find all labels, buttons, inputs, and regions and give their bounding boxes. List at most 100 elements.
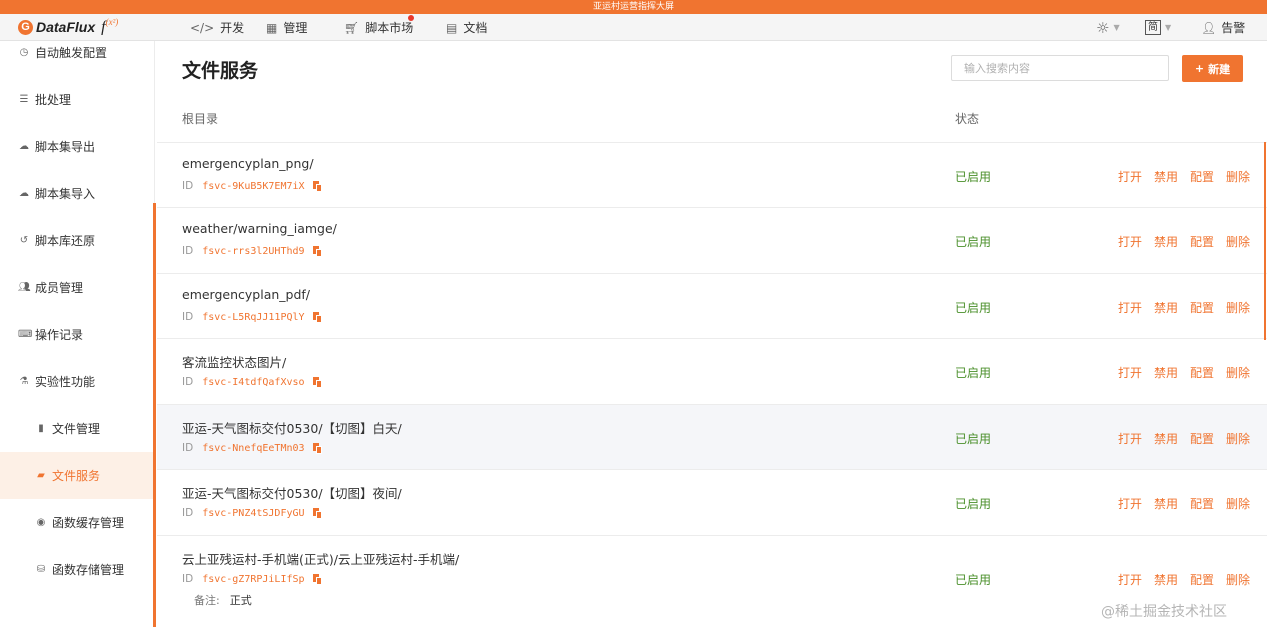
- table-row: emergencyplan_pdf/ ID fsvc-L5RqJJ11PQlY …: [157, 273, 1267, 338]
- disable-button[interactable]: 禁用: [1154, 430, 1178, 447]
- sidebar-item-label: 操作记录: [35, 328, 84, 342]
- new-button[interactable]: + 新建: [1182, 55, 1243, 82]
- disable-button[interactable]: 禁用: [1154, 168, 1178, 185]
- disable-button[interactable]: 禁用: [1154, 364, 1178, 381]
- sidebar-item-label: 函数缓存管理: [52, 516, 125, 530]
- search-input[interactable]: [951, 55, 1169, 81]
- copy-icon[interactable]: [312, 573, 322, 585]
- open-button[interactable]: 打开: [1118, 364, 1142, 381]
- history-icon: ↺: [19, 235, 29, 246]
- cloud-download-icon: ☁: [19, 141, 29, 152]
- config-button[interactable]: 配置: [1190, 571, 1214, 588]
- table-row: weather/warning_iamge/ ID fsvc-rrs3l2UHT…: [157, 207, 1267, 272]
- theme-toggle[interactable]: ☼ ▼: [1096, 14, 1120, 41]
- status-badge: 已启用: [955, 497, 992, 511]
- sidebar-item-restore[interactable]: ↺ 脚本库还原: [0, 217, 155, 264]
- row-path: 亚运-天气图标交付0530/【切图】夜间/: [182, 486, 402, 501]
- row-id-line: ID fsvc-rrs3l2UHThd9: [182, 245, 322, 257]
- config-button[interactable]: 配置: [1190, 430, 1214, 447]
- config-button[interactable]: 配置: [1190, 364, 1214, 381]
- delete-button[interactable]: 删除: [1226, 495, 1250, 512]
- copy-icon[interactable]: [312, 245, 322, 257]
- id-label: ID: [182, 376, 194, 388]
- sidebar-item-members[interactable]: 👥︎ 成员管理: [0, 264, 155, 311]
- note-value: 正式: [229, 594, 252, 607]
- users-icon: 👥︎: [18, 282, 31, 293]
- disable-button[interactable]: 禁用: [1154, 495, 1178, 512]
- row-id: fsvc-gZ7RPJiLIfSp: [202, 573, 305, 585]
- sidebar-item-logs[interactable]: ⌨ 操作记录: [0, 311, 155, 358]
- config-button[interactable]: 配置: [1190, 495, 1214, 512]
- table-row: emergencyplan_png/ ID fsvc-9KuB5K7EM7iX …: [157, 142, 1267, 207]
- delete-button[interactable]: 删除: [1226, 233, 1250, 250]
- column-header-root: 根目录: [182, 112, 219, 126]
- nav-docs[interactable]: ▤ 文档: [446, 14, 487, 41]
- status-badge: 已启用: [955, 170, 992, 184]
- sidebar-item-label: 文件服务: [52, 469, 101, 483]
- copy-icon[interactable]: [312, 376, 322, 388]
- status-badge: 已启用: [955, 366, 992, 380]
- row-note: 备注: 正式: [194, 592, 252, 608]
- user-menu[interactable]: 👤︎ 告警: [1201, 14, 1245, 41]
- sidebar-item-import[interactable]: ☁ 脚本集导入: [0, 170, 155, 217]
- delete-button[interactable]: 删除: [1226, 168, 1250, 185]
- copy-icon[interactable]: [312, 180, 322, 192]
- nav-dev[interactable]: </> 开发: [190, 14, 244, 41]
- copy-icon[interactable]: [312, 442, 322, 454]
- code-icon: </>: [190, 20, 215, 35]
- status-badge: 已启用: [955, 301, 992, 315]
- disable-button[interactable]: 禁用: [1154, 571, 1178, 588]
- open-button[interactable]: 打开: [1118, 495, 1142, 512]
- table-row: 亚运-天气图标交付0530/【切图】白天/ ID fsvc-NnefqEeTMn…: [157, 404, 1267, 469]
- row-path: 云上亚残运村-手机端(正式)/云上亚残运村-手机端/: [182, 552, 460, 567]
- open-button[interactable]: 打开: [1118, 168, 1142, 185]
- language-select[interactable]: 简 ▼: [1145, 14, 1171, 41]
- row-path: emergencyplan_pdf/: [182, 287, 311, 302]
- sidebar-item-file-manage[interactable]: ▮ 文件管理: [0, 405, 155, 452]
- status-badge: 已启用: [955, 573, 992, 587]
- sidebar-item-export[interactable]: ☁ 脚本集导出: [0, 123, 155, 170]
- sidebar-item-auto-trigger[interactable]: ◷ 自动触发配置: [0, 29, 155, 76]
- nav-manage[interactable]: ▦ 管理: [266, 14, 307, 41]
- row-id: fsvc-9KuB5K7EM7iX: [202, 180, 305, 192]
- user-name: 告警: [1221, 21, 1246, 35]
- sidebar-item-experimental[interactable]: ⚗ 实验性功能: [0, 358, 155, 405]
- open-button[interactable]: 打开: [1118, 299, 1142, 316]
- open-button[interactable]: 打开: [1118, 571, 1142, 588]
- scrollbar-thumb[interactable]: [1264, 142, 1266, 340]
- disable-button[interactable]: 禁用: [1154, 299, 1178, 316]
- row-path: emergencyplan_png/: [182, 156, 314, 171]
- disable-button[interactable]: 禁用: [1154, 233, 1178, 250]
- id-label: ID: [182, 245, 194, 257]
- nav-market[interactable]: 🛒︎ 脚本市场: [344, 14, 413, 41]
- delete-button[interactable]: 删除: [1226, 571, 1250, 588]
- sidebar-item-file-service[interactable]: ▰ 文件服务: [0, 452, 155, 499]
- config-button[interactable]: 配置: [1190, 233, 1214, 250]
- config-button[interactable]: 配置: [1190, 168, 1214, 185]
- sidebar-item-func-storage[interactable]: ⛁ 函数存储管理: [0, 546, 155, 593]
- new-button-label: 新建: [1208, 62, 1231, 76]
- clock-icon: ◷: [19, 47, 29, 58]
- nav-dev-label: 开发: [220, 21, 245, 35]
- id-label: ID: [182, 180, 194, 192]
- delete-button[interactable]: 删除: [1226, 430, 1250, 447]
- top-banner: 亚运村运营指挥大屏: [0, 0, 1267, 14]
- sidebar-item-batch[interactable]: ☰ 批处理: [0, 76, 155, 123]
- copy-icon[interactable]: [312, 507, 322, 519]
- config-button[interactable]: 配置: [1190, 299, 1214, 316]
- open-button[interactable]: 打开: [1118, 233, 1142, 250]
- row-path: 亚运-天气图标交付0530/【切图】白天/: [182, 421, 402, 436]
- note-label: 备注:: [194, 594, 220, 607]
- top-navbar: G DataFlux f(x²) </> 开发 ▦ 管理 🛒︎ 脚本市场 ▤ 文…: [0, 14, 1267, 41]
- row-path: 客流监控状态图片/: [182, 355, 287, 370]
- delete-button[interactable]: 删除: [1226, 299, 1250, 316]
- delete-button[interactable]: 删除: [1226, 364, 1250, 381]
- user-icon: 👤︎: [1201, 20, 1217, 35]
- sidebar-item-func-cache[interactable]: ◉ 函数缓存管理: [0, 499, 155, 546]
- sidebar-item-label: 脚本集导出: [35, 140, 96, 154]
- copy-icon[interactable]: [312, 311, 322, 323]
- file-icon: ▮: [38, 423, 44, 434]
- open-button[interactable]: 打开: [1118, 430, 1142, 447]
- row-id: fsvc-I4tdfQafXvso: [202, 376, 305, 388]
- table-row: 客流监控状态图片/ ID fsvc-I4tdfQafXvso 已启用 打开 禁用…: [157, 338, 1267, 403]
